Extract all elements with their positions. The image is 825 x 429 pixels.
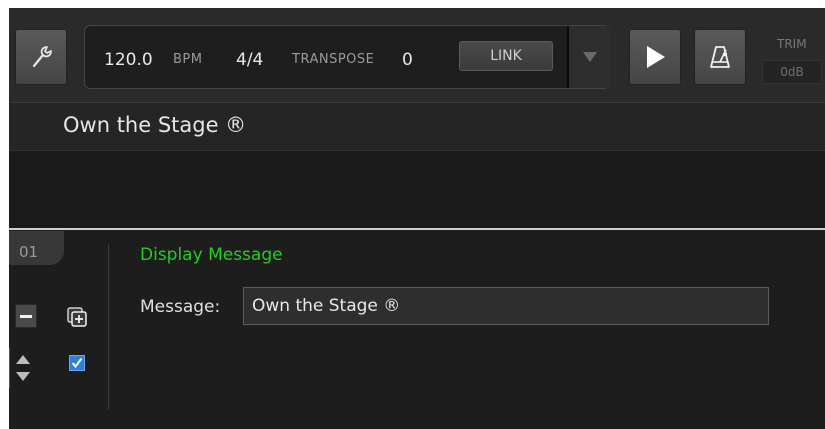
metronome-icon [710, 46, 730, 68]
settings-button[interactable] [15, 29, 67, 85]
triangle-down-icon [583, 52, 597, 62]
divider [108, 244, 109, 410]
play-icon [647, 46, 665, 68]
tempo-value[interactable]: 120.0 [104, 50, 153, 70]
minus-icon [20, 314, 32, 318]
up-down-arrows-icon [16, 355, 30, 381]
song-title: Own the Stage ® [63, 113, 247, 137]
time-signature[interactable]: 4/4 [236, 50, 263, 70]
metronome-button[interactable] [694, 29, 746, 85]
transport-dropdown[interactable] [567, 26, 611, 88]
remove-step-button[interactable] [15, 304, 37, 328]
action-step: 01 Display Message Message: Own the Stag… [9, 230, 825, 429]
action-type-label: Display Message [140, 245, 283, 265]
duplicate-icon [67, 307, 87, 327]
transpose-label: TRANSPOSE [292, 52, 375, 67]
wrench-icon [32, 46, 52, 68]
empty-area [9, 151, 825, 228]
transpose-value[interactable]: 0 [402, 50, 413, 70]
duplicate-step-button[interactable] [64, 304, 90, 330]
link-button[interactable]: LINK [459, 41, 553, 71]
toolbar: 120.0 BPM 4/4 TRANSPOSE 0 LINK TRIM 0dB [9, 8, 825, 103]
app-window: 120.0 BPM 4/4 TRANSPOSE 0 LINK TRIM 0dB … [9, 8, 825, 429]
message-field[interactable]: Own the Stage ® [243, 287, 769, 325]
tempo-unit: BPM [173, 52, 203, 67]
song-title-bar: Own the Stage ® [9, 103, 825, 151]
enable-step-checkbox[interactable] [69, 355, 85, 371]
trim-label: TRIM [777, 37, 807, 51]
play-button[interactable] [629, 29, 681, 85]
checkbox-checked-icon [71, 357, 83, 369]
reorder-handle[interactable] [9, 348, 36, 388]
transport-panel: 120.0 BPM 4/4 TRANSPOSE 0 LINK [84, 25, 611, 89]
trim-value[interactable]: 0dB [762, 60, 822, 84]
message-label: Message: [140, 297, 221, 317]
step-number[interactable]: 01 [9, 231, 64, 265]
